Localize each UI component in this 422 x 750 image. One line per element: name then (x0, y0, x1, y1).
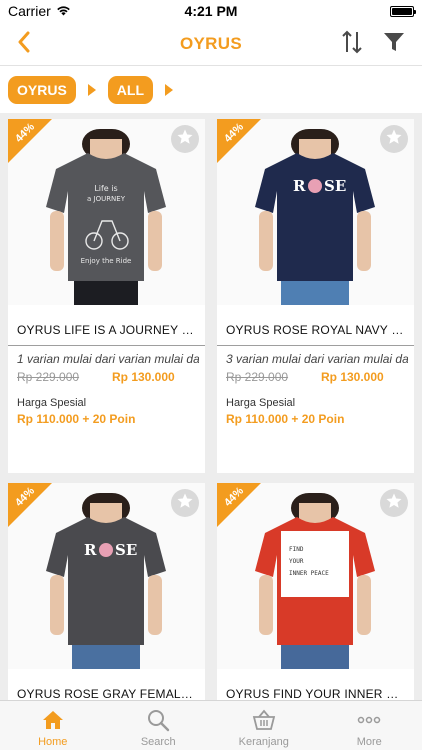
variant-text: 1 varian mulai dari varian mulai dari (17, 352, 199, 366)
sort-button[interactable] (336, 28, 368, 60)
product-name: OYRUS FIND YOUR INNER PEAC... (226, 687, 406, 700)
product-image: FIND YOUR INNER PEACE 44% (217, 483, 414, 669)
tab-more[interactable]: More (317, 701, 422, 750)
svg-text:R: R (293, 177, 306, 195)
more-icon (356, 707, 382, 733)
product-image: Life is a JOURNEY Enjoy the Ride 44% (8, 119, 205, 305)
home-icon (40, 707, 66, 733)
breadcrumb-arrow-icon (87, 84, 96, 96)
tab-keranjang[interactable]: Keranjang (211, 701, 317, 750)
product-card[interactable]: Life is a JOURNEY Enjoy the Ride 44% OYR… (8, 119, 205, 473)
basket-icon (251, 707, 277, 733)
svg-text:Enjoy the Ride: Enjoy the Ride (81, 257, 132, 265)
battery-icon (390, 5, 416, 17)
product-card[interactable]: R SE 44% OYRUS ROSE ROYAL NAVY FEM... 3 … (217, 119, 414, 473)
back-button[interactable] (8, 28, 40, 60)
favorite-button[interactable] (171, 125, 199, 153)
tab-label: Search (140, 736, 176, 748)
breadcrumb-item-oyrus[interactable]: OYRUS (8, 76, 76, 104)
status-left: Carrier (8, 3, 71, 19)
product-name: OYRUS LIFE IS A JOURNEY SHO... (17, 323, 197, 337)
special-price: Rp 110.000 + 20 Poin (17, 412, 136, 426)
star-icon (176, 128, 194, 151)
tab-label: Keranjang (238, 736, 289, 748)
svg-text:R: R (84, 541, 97, 559)
carrier-label: Carrier (8, 3, 51, 19)
product-grid: Life is a JOURNEY Enjoy the Ride 44% OYR… (0, 113, 422, 700)
sale-price: Rp 130.000 (321, 370, 384, 384)
svg-text:SE: SE (324, 177, 346, 195)
original-price: Rp 229.000 (226, 370, 289, 384)
tab-bar: Home Search Keranjang More (0, 700, 422, 750)
star-icon (176, 492, 194, 515)
product-name: OYRUS ROSE ROYAL NAVY FEM... (226, 323, 406, 337)
chevron-left-icon (17, 31, 31, 58)
sale-price: Rp 130.000 (112, 370, 175, 384)
svg-text:FIND: FIND (289, 546, 304, 553)
favorite-button[interactable] (171, 489, 199, 517)
star-icon (385, 128, 403, 151)
special-price-label: Harga Spesial (226, 397, 296, 409)
original-price: Rp 229.000 (17, 370, 80, 384)
svg-text:Life is: Life is (94, 184, 117, 193)
tab-home[interactable]: Home (0, 701, 106, 750)
svg-text:YOUR: YOUR (289, 558, 304, 565)
favorite-button[interactable] (380, 125, 408, 153)
variant-text: 3 varian mulai dari varian mulai dari (226, 352, 408, 366)
filter-button[interactable] (378, 28, 410, 60)
tab-search[interactable]: Search (106, 701, 212, 750)
product-card[interactable]: FIND YOUR INNER PEACE 44% OYRUS FIND YOU… (217, 483, 414, 700)
sort-icon (340, 29, 364, 60)
product-image: R SE 44% (217, 119, 414, 305)
product-name: OYRUS ROSE GRAY FEMALE SH... (17, 687, 197, 700)
product-card[interactable]: R SE 44% OYRUS ROSE GRAY FEMALE SH... (8, 483, 205, 700)
page-title: OYRUS (180, 33, 242, 53)
wifi-icon (56, 3, 71, 19)
card-divider (8, 345, 205, 346)
breadcrumb: OYRUS ALL (0, 67, 422, 113)
favorite-button[interactable] (380, 489, 408, 517)
svg-text:INNER PEACE: INNER PEACE (289, 570, 329, 577)
card-divider (217, 345, 414, 346)
svg-text:SE: SE (115, 541, 137, 559)
svg-text:a JOURNEY: a JOURNEY (87, 195, 126, 203)
filter-icon (383, 31, 405, 58)
star-icon (385, 492, 403, 515)
product-image: R SE 44% (8, 483, 205, 669)
nav-bar: OYRUS (0, 22, 422, 66)
tab-label: More (356, 736, 382, 748)
special-price: Rp 110.000 + 20 Poin (226, 412, 345, 426)
special-price-label: Harga Spesial (17, 397, 87, 409)
tab-label: Home (38, 736, 68, 748)
status-bar: Carrier 4:21 PM (0, 0, 422, 22)
breadcrumb-arrow-icon (165, 84, 174, 96)
breadcrumb-item-all[interactable]: ALL (107, 76, 154, 104)
search-icon (145, 707, 171, 733)
